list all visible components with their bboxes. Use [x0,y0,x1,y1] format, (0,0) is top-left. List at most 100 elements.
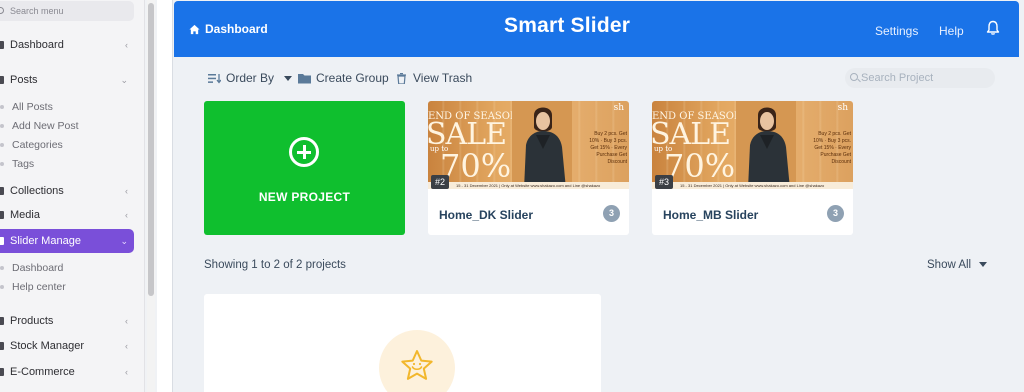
chevron-left-icon: ‹ [125,186,128,196]
chevron-down-icon: ⌄ [120,236,128,246]
slider-thumbnail[interactable]: END OF SEASON SALE up to 70% Buy 2 pcs. … [652,101,853,189]
sidebar-item-posts[interactable]: Posts ⌄ [0,70,134,90]
chevron-left-icon: ‹ [125,210,128,220]
sidebar-item-slider-manage[interactable]: Slider Manage ⌄ [0,229,134,253]
thumb-promo-text: Buy 2 pcs. Get 10% · Buy 3 pcs. Get 15% … [813,131,851,165]
bullet-icon [0,105,4,109]
promo-panel [204,294,601,392]
show-all-dropdown[interactable]: Show All [927,259,988,271]
help-link[interactable]: Help [939,24,964,38]
sidebar-item-e-commerce[interactable]: E-Commerce ‹ [0,362,134,382]
bullet-icon [0,285,4,289]
sidebar-subitem-label: Add New Post [12,120,79,132]
new-project-button[interactable]: NEW PROJECT [204,101,405,235]
sidebar-subitem-label: Tags [12,158,35,170]
bullet-icon [0,143,4,147]
sort-icon [208,73,221,84]
chevron-left-icon: ‹ [125,367,128,377]
sidebar-subitem-help-center[interactable]: Help center [0,278,134,296]
model-photo [736,101,796,189]
sidebar-item-products[interactable]: Products ‹ [0,311,134,331]
search-project-input[interactable]: Search Project [845,68,995,88]
sidebar-item-media[interactable]: Media ‹ [0,205,134,225]
sidebar-scrollbar-thumb[interactable] [148,3,154,296]
sidebar-subitem-label: Categories [12,139,63,151]
sidebar-subitem-label: All Posts [12,101,53,113]
dashboard-link[interactable]: Dashboard [189,22,268,36]
search-project-placeholder: Search Project [861,72,934,84]
slider-thumbnail[interactable]: END OF SEASON SALE up to 70% Buy 2 pcs. … [428,101,629,189]
bullet-icon [0,162,4,166]
thumb-promo-text: Buy 2 pcs. Get 10% · Buy 3 pcs. Get 15% … [589,131,627,165]
chevron-down-icon: ⌄ [120,75,128,85]
view-trash-button[interactable]: View Trash [395,71,472,85]
pagination-summary: Showing 1 to 2 of 2 projects [204,259,346,271]
chevron-left-icon: ‹ [125,40,128,50]
sidebar-item-label: Collections [10,185,64,197]
smart-slider-header: Dashboard Smart Slider Settings Help [174,1,1019,57]
search-menu-input[interactable]: Search menu [0,1,134,21]
plus-circle-icon [289,137,319,167]
products-icon [0,317,4,325]
project-title[interactable]: Home_MB Slider [663,208,758,222]
folder-icon [298,73,311,83]
posts-icon [0,76,4,84]
sidebar-item-label: Stock Manager [10,340,84,352]
star-icon [401,350,433,380]
smart-slider-logo: Smart Slider [504,14,630,38]
chevron-left-icon: ‹ [125,341,128,351]
create-group-label: Create Group [316,71,389,85]
sidebar-item-dashboard[interactable]: Dashboard ‹ [0,35,134,55]
thumb-brand-text: sh [837,103,848,113]
smart-slider-panel: Dashboard Smart Slider Settings Help Ord… [172,0,1024,392]
sidebar-item-label: E-Commerce [10,366,75,378]
create-group-button[interactable]: Create Group [298,71,389,85]
bullet-icon [0,266,4,270]
view-trash-label: View Trash [413,71,473,85]
thumb-brand-text: sh [613,103,624,113]
sidebar-subitem-tags[interactable]: Tags [0,155,134,173]
sidebar-subitem-all-posts[interactable]: All Posts [0,98,134,116]
sidebar-item-label: Dashboard [10,39,64,51]
admin-sidebar: Search menu Dashboard ‹ Posts ⌄ All Post… [0,0,145,392]
search-menu-placeholder: Search menu [10,6,64,16]
project-title[interactable]: Home_DK Slider [439,208,533,222]
order-by-label: Order By [226,71,275,85]
bullet-icon [0,124,4,128]
collections-icon [0,187,4,195]
model-photo [512,101,572,189]
sidebar-item-collections[interactable]: Collections ‹ [0,181,134,201]
slide-count-badge: 3 [603,205,620,222]
stock-icon [0,342,4,350]
slide-count-badge: 3 [827,205,844,222]
chevron-left-icon: ‹ [125,316,128,326]
e-commerce-icon [0,368,4,376]
sidebar-subitem-slider-dashboard[interactable]: Dashboard [0,259,134,277]
media-icon [0,211,4,219]
project-id-badge: #3 [655,175,673,189]
dashboard-icon [0,41,4,49]
sidebar-item-stock-manager[interactable]: Stock Manager ‹ [0,336,134,356]
thumb-percent-text: 70% [440,147,512,185]
trash-icon [397,72,406,84]
sidebar-item-label: Posts [10,74,38,86]
caret-down-icon [979,262,988,268]
content-gutter [157,0,172,392]
project-card[interactable]: END OF SEASON SALE up to 70% Buy 2 pcs. … [652,101,853,235]
star-badge [379,330,455,392]
sidebar-subitem-add-new-post[interactable]: Add New Post [0,117,134,135]
show-all-label: Show All [927,259,972,271]
bell-icon[interactable] [985,20,1001,36]
sidebar-subitem-categories[interactable]: Categories [0,136,134,154]
project-id-badge: #2 [431,175,449,189]
dashboard-link-label: Dashboard [205,22,268,36]
order-by-dropdown[interactable]: Order By [208,71,293,85]
settings-link[interactable]: Settings [875,24,918,38]
search-icon [0,7,4,14]
sidebar-subitem-label: Help center [12,281,66,293]
home-icon [189,24,200,34]
sidebar-item-label: Media [10,209,40,221]
project-card[interactable]: END OF SEASON SALE up to 70% Buy 2 pcs. … [428,101,629,235]
thumb-percent-text: 70% [664,147,736,185]
caret-down-icon [284,75,293,81]
